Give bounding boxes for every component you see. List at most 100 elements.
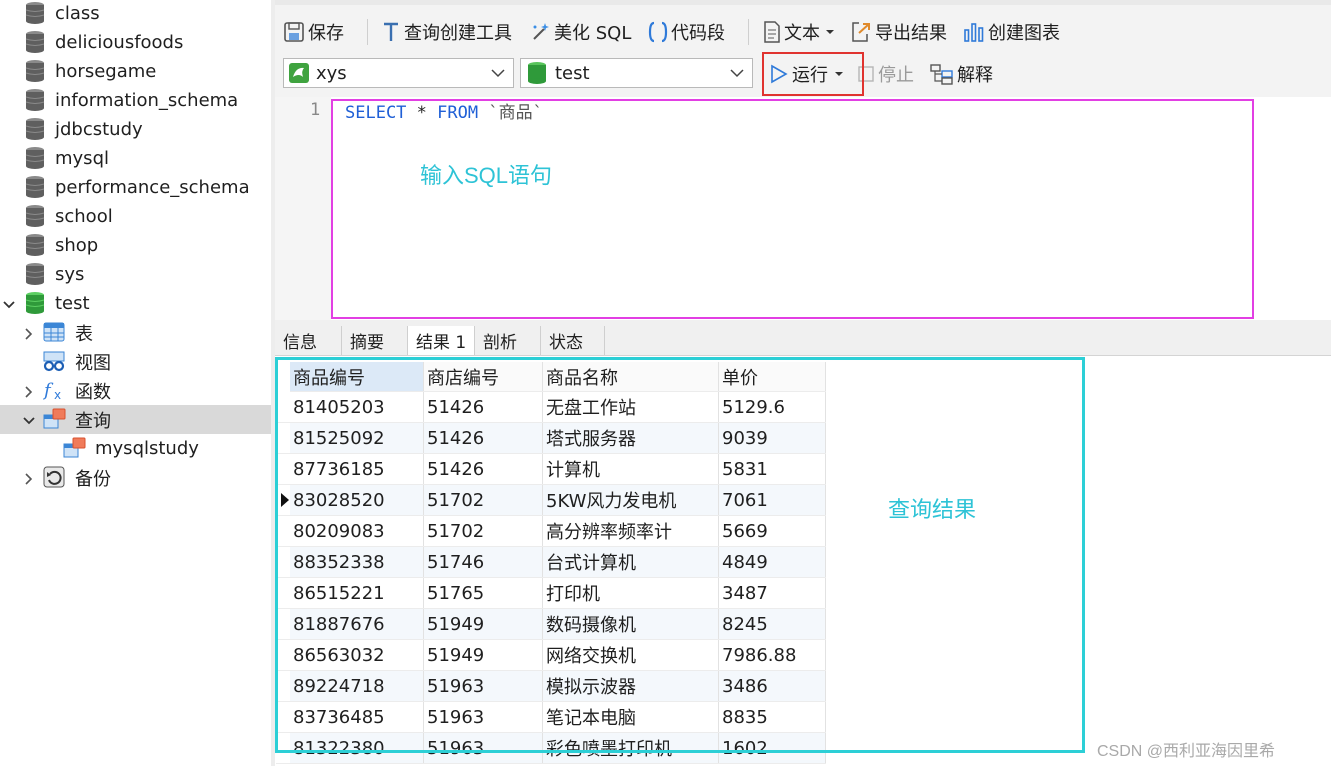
tree-item-database[interactable]: horsegame: [0, 57, 271, 86]
tree-item-database[interactable]: mysql: [0, 144, 271, 173]
database-icon: [25, 1, 45, 25]
database-value: test: [555, 62, 590, 84]
tree-item-database[interactable]: jdbcstudy: [0, 115, 271, 144]
chevron-right-icon[interactable]: [22, 325, 36, 340]
tab-result-2[interactable]: 结果 1: [408, 326, 475, 355]
bar-chart-icon: [964, 23, 984, 42]
view-icon: [43, 350, 65, 374]
database-icon: [25, 88, 45, 112]
tree-item-label: performance_schema: [55, 177, 250, 198]
export-result-button[interactable]: 导出结果: [850, 17, 947, 47]
database-icon: [25, 59, 45, 83]
tree-item-label: 备份: [75, 468, 111, 490]
watermark: CSDN @西利亚海因里希: [1097, 743, 1276, 760]
tree-item-label: jdbcstudy: [55, 119, 143, 140]
tree-item-query-item[interactable]: mysqlstudy: [0, 434, 271, 463]
create-chart-button[interactable]: 创建图表: [963, 17, 1060, 47]
database-icon: [25, 233, 45, 257]
save-label: 保存: [308, 23, 344, 44]
query-builder-label: 查询创建工具: [404, 23, 512, 44]
tree-item-functions[interactable]: f x 函数: [0, 376, 271, 405]
database-select[interactable]: test: [520, 58, 753, 88]
tree-item-views[interactable]: 视图: [0, 347, 271, 376]
explain-button[interactable]: 解释: [930, 59, 993, 89]
create-chart-label: 创建图表: [988, 23, 1060, 44]
stop-button[interactable]: 停止: [857, 59, 914, 89]
svg-text:x: x: [54, 388, 61, 401]
query-builder-icon: [384, 22, 398, 41]
line-number-gutter: 1: [275, 97, 331, 323]
tree-item-label: sys: [55, 264, 85, 285]
tree-item-database[interactable]: class: [0, 0, 271, 28]
tree-item-label: class: [55, 3, 100, 24]
database-icon: [25, 204, 45, 228]
toolbar-divider: [748, 19, 749, 45]
chevron-right-icon[interactable]: [22, 383, 36, 398]
document-icon: [764, 21, 780, 43]
chevron-right-icon[interactable]: [22, 470, 36, 485]
tree-item-label: information_schema: [55, 90, 239, 111]
beautify-sql-label: 美化 SQL: [554, 23, 632, 44]
tree-item-label: horsegame: [55, 61, 157, 82]
tree-item-label: 查询: [75, 410, 111, 432]
tab-result-1[interactable]: 摘要: [342, 326, 408, 355]
chevron-down-icon: [491, 69, 505, 78]
explain-icon: [930, 64, 953, 85]
tree-item-database[interactable]: shop: [0, 231, 271, 260]
object-tree[interactable]: class deliciousfoods horsegame information_…: [0, 0, 271, 766]
result-annotation: 查询结果: [888, 497, 977, 522]
connection-select[interactable]: xys: [283, 58, 514, 88]
run-highlight-box: [762, 52, 864, 96]
tab-result-0[interactable]: 信息: [275, 326, 342, 355]
result-highlight-box: [275, 357, 1085, 753]
export-icon: [852, 22, 870, 42]
tree-item-label: test: [55, 293, 90, 314]
tree-item-label: 表: [75, 323, 93, 345]
magic-wand-icon: [533, 23, 549, 40]
line-number: 1: [310, 100, 321, 120]
save-icon: [284, 22, 304, 42]
database-icon: [25, 117, 45, 141]
tree-item-tables[interactable]: 表: [0, 318, 271, 347]
query-icon: [43, 408, 66, 432]
save-button[interactable]: 保存: [283, 17, 344, 47]
tree-item-database[interactable]: performance_schema: [0, 173, 271, 202]
tree-item-database[interactable]: sys: [0, 260, 271, 289]
tree-item-label: shop: [55, 235, 99, 256]
tree-item-label: mysqlstudy: [95, 438, 199, 459]
code-snippet-label: 代码段: [671, 23, 725, 44]
tree-item-database[interactable]: test: [0, 289, 271, 318]
tab-result-3[interactable]: 剖析: [475, 326, 541, 355]
backup-icon: [43, 466, 65, 490]
code-snippet-button[interactable]: 代码段: [648, 17, 725, 47]
tree-item-database[interactable]: deliciousfoods: [0, 28, 271, 57]
beautify-sql-button[interactable]: 美化 SQL: [529, 17, 631, 47]
tree-item-label: deliciousfoods: [55, 32, 184, 53]
tree-item-label: mysql: [55, 148, 109, 169]
export-result-label: 导出结果: [875, 23, 947, 44]
text-dropdown-button[interactable]: 文本: [763, 17, 838, 47]
stop-label: 停止: [878, 65, 914, 86]
database-icon: [25, 175, 45, 199]
tree-item-label: 视图: [75, 352, 111, 374]
tree-item-label: school: [55, 206, 113, 227]
chevron-down-icon[interactable]: [22, 412, 36, 426]
tab-result-4[interactable]: 状态: [541, 326, 605, 355]
sql-annotation: 输入SQL语句: [420, 163, 553, 188]
tree-item-database[interactable]: school: [0, 202, 271, 231]
tree-item-backups[interactable]: 备份: [0, 463, 271, 492]
query-builder-button[interactable]: 查询创建工具: [381, 17, 512, 47]
tree-item-database[interactable]: information_schema: [0, 86, 271, 115]
toolbar-divider: [367, 19, 368, 45]
function-icon: fx: [42, 379, 63, 403]
sql-highlight-box: [331, 99, 1254, 319]
database-icon: [25, 262, 45, 286]
chevron-down-icon[interactable]: [2, 296, 16, 310]
text-label: 文本: [784, 23, 820, 44]
caret-down-icon: [826, 30, 834, 34]
database-icon: [528, 62, 546, 84]
mysql-connection-icon: [289, 63, 309, 83]
query-icon: [63, 437, 86, 461]
database-icon: [25, 146, 45, 170]
tree-item-queries[interactable]: 查询: [0, 405, 271, 434]
